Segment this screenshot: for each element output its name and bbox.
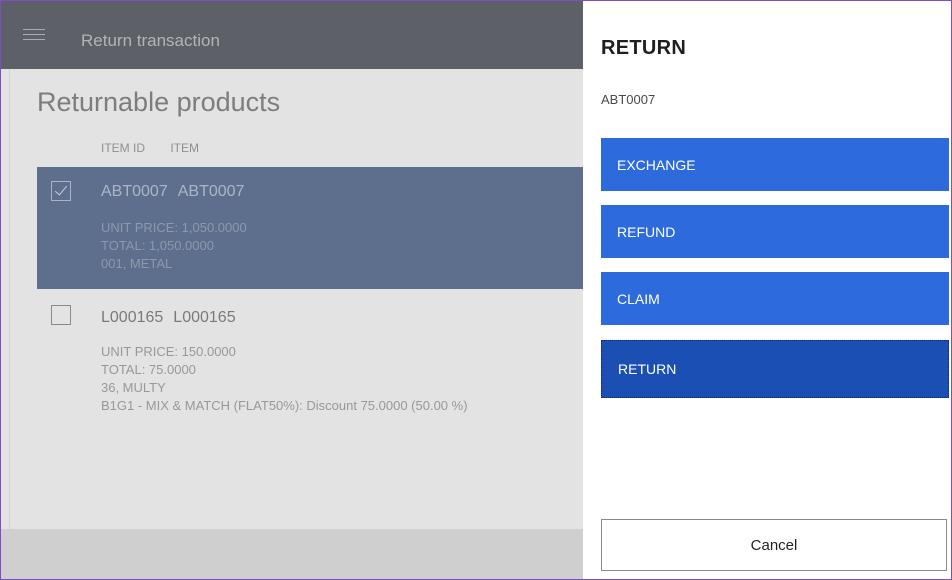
checkmark-icon xyxy=(54,182,68,196)
item-variant: 36, MULTY xyxy=(101,380,166,395)
app-footer xyxy=(1,529,583,579)
window: Return transaction Returnable products I… xyxy=(0,0,952,580)
item-title: ABT0007 ABT0007 xyxy=(101,183,244,201)
cancel-button[interactable]: Cancel xyxy=(601,519,947,571)
refund-button[interactable]: REFUND xyxy=(601,205,949,258)
list-item-selected[interactable]: ABT0007 ABT0007 UNIT PRICE: 1,050.0000 TO… xyxy=(37,167,583,289)
item-title: L000165 L000165 xyxy=(101,309,236,327)
app-header: Return transaction xyxy=(1,1,583,69)
item-discount: B1G1 - MIX & MATCH (FLAT50%): Discount 7… xyxy=(101,398,468,413)
list-item[interactable]: L000165 L000165 UNIT PRICE: 150.0000 TOTA… xyxy=(37,291,583,441)
item-id: ABT0007 xyxy=(101,183,168,200)
column-headers: ITEM ID ITEM xyxy=(101,141,221,155)
item-checkbox[interactable] xyxy=(51,305,71,325)
item-checkbox[interactable] xyxy=(51,181,71,201)
exchange-button[interactable]: EXCHANGE xyxy=(601,138,949,191)
column-header-item-id: ITEM ID xyxy=(101,141,145,155)
item-unit-price: UNIT PRICE: 150.0000 xyxy=(101,344,236,359)
column-header-item: ITEM xyxy=(170,141,200,155)
item-total: TOTAL: 75.0000 xyxy=(101,362,196,377)
return-button[interactable]: RETURN xyxy=(601,340,949,398)
claim-button[interactable]: CLAIM xyxy=(601,272,949,325)
item-name: ABT0007 xyxy=(177,183,245,200)
item-unit-price: UNIT PRICE: 1,050.0000 xyxy=(101,220,247,235)
item-total: TOTAL: 1,050.0000 xyxy=(101,238,214,253)
return-panel: RETURN ABT0007 EXCHANGE REFUND CLAIM RET… xyxy=(583,1,951,579)
divider xyxy=(9,69,10,529)
item-variant: 001, METAL xyxy=(101,256,173,271)
page-title: Returnable products xyxy=(37,87,281,117)
item-name: L000165 xyxy=(173,309,236,326)
panel-title: RETURN xyxy=(601,37,687,59)
hamburger-menu-icon[interactable] xyxy=(23,29,45,41)
return-transaction-view: Return transaction Returnable products I… xyxy=(1,1,583,579)
header-title: Return transaction xyxy=(81,31,220,50)
item-id: L000165 xyxy=(101,309,164,326)
panel-item-id: ABT0007 xyxy=(601,92,656,107)
